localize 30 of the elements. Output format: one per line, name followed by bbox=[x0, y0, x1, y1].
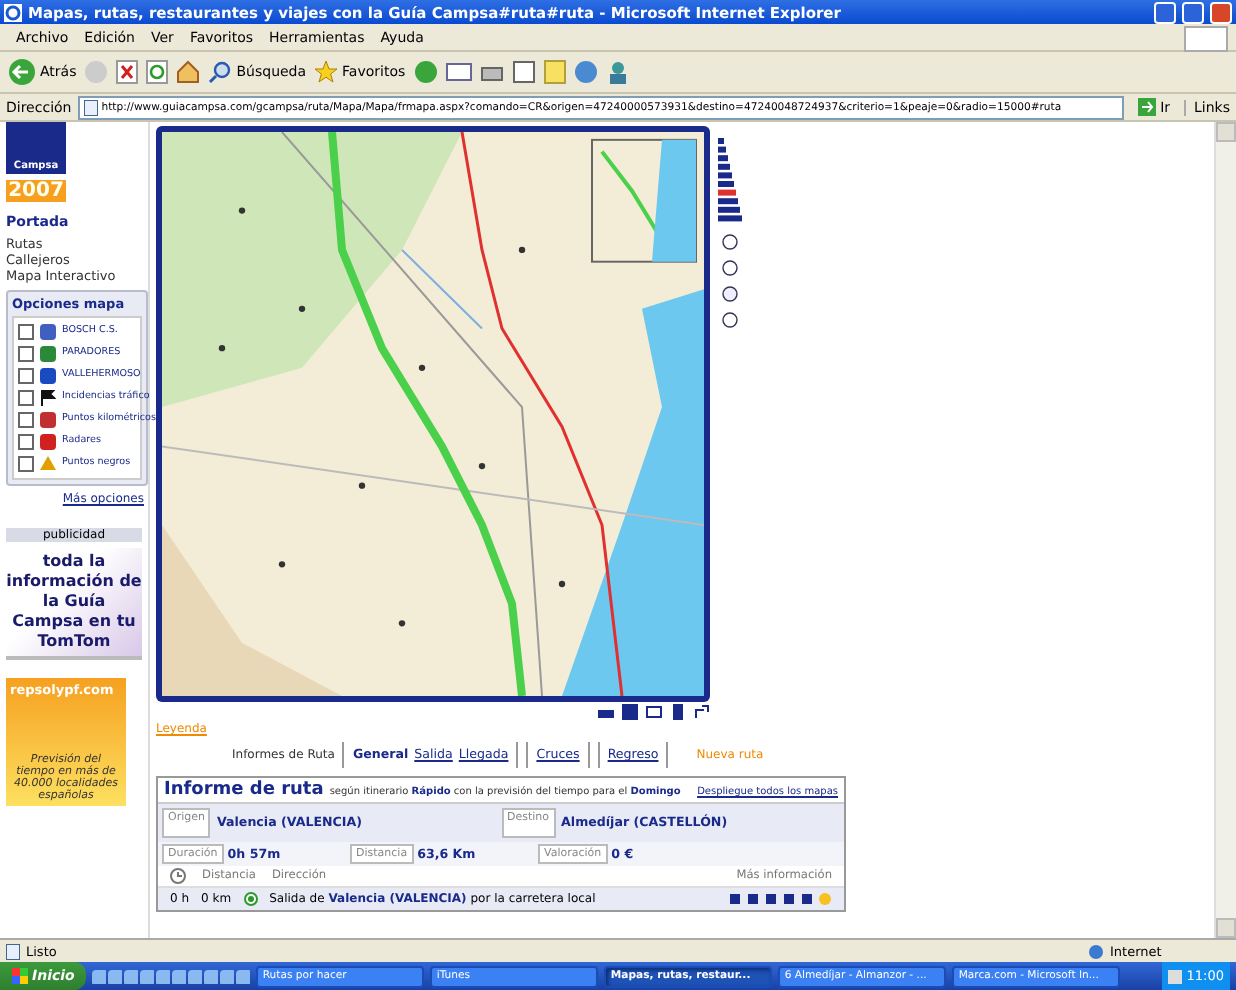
tomtom-ad[interactable]: toda la información de la Guía Campsa en tu TomTom bbox=[6, 548, 142, 660]
warning-icon bbox=[40, 456, 56, 472]
checkbox[interactable] bbox=[18, 346, 34, 362]
checkbox[interactable] bbox=[18, 434, 34, 450]
scrollbar[interactable] bbox=[1214, 122, 1236, 938]
maximize-button[interactable] bbox=[1182, 1, 1204, 23]
people-icon[interactable] bbox=[605, 60, 630, 84]
checkbox[interactable] bbox=[18, 456, 34, 472]
clock-icon bbox=[170, 868, 186, 884]
go-arrow-icon bbox=[1138, 98, 1157, 116]
checkbox[interactable] bbox=[18, 368, 34, 384]
browser-icon bbox=[4, 3, 22, 21]
page-icon bbox=[83, 99, 98, 115]
back-arrow-icon bbox=[8, 58, 36, 86]
page-icon bbox=[6, 943, 20, 959]
minimize-button[interactable] bbox=[1154, 1, 1176, 23]
flag-icon bbox=[40, 390, 56, 406]
logo-year: 2007 bbox=[6, 180, 66, 202]
home-icon[interactable] bbox=[176, 60, 201, 84]
checkbox[interactable] bbox=[18, 390, 34, 406]
star-icon bbox=[314, 60, 339, 84]
close-button[interactable] bbox=[1210, 1, 1232, 23]
start-icon bbox=[243, 892, 258, 906]
checkbox[interactable] bbox=[18, 324, 34, 340]
zoom-scale-icon[interactable] bbox=[718, 138, 742, 226]
report-title: Informe de ruta bbox=[164, 780, 324, 800]
windows-flag-icon bbox=[12, 968, 28, 984]
sun-icon bbox=[818, 892, 832, 906]
stop-icon[interactable] bbox=[116, 60, 139, 84]
checkbox[interactable] bbox=[18, 412, 34, 428]
